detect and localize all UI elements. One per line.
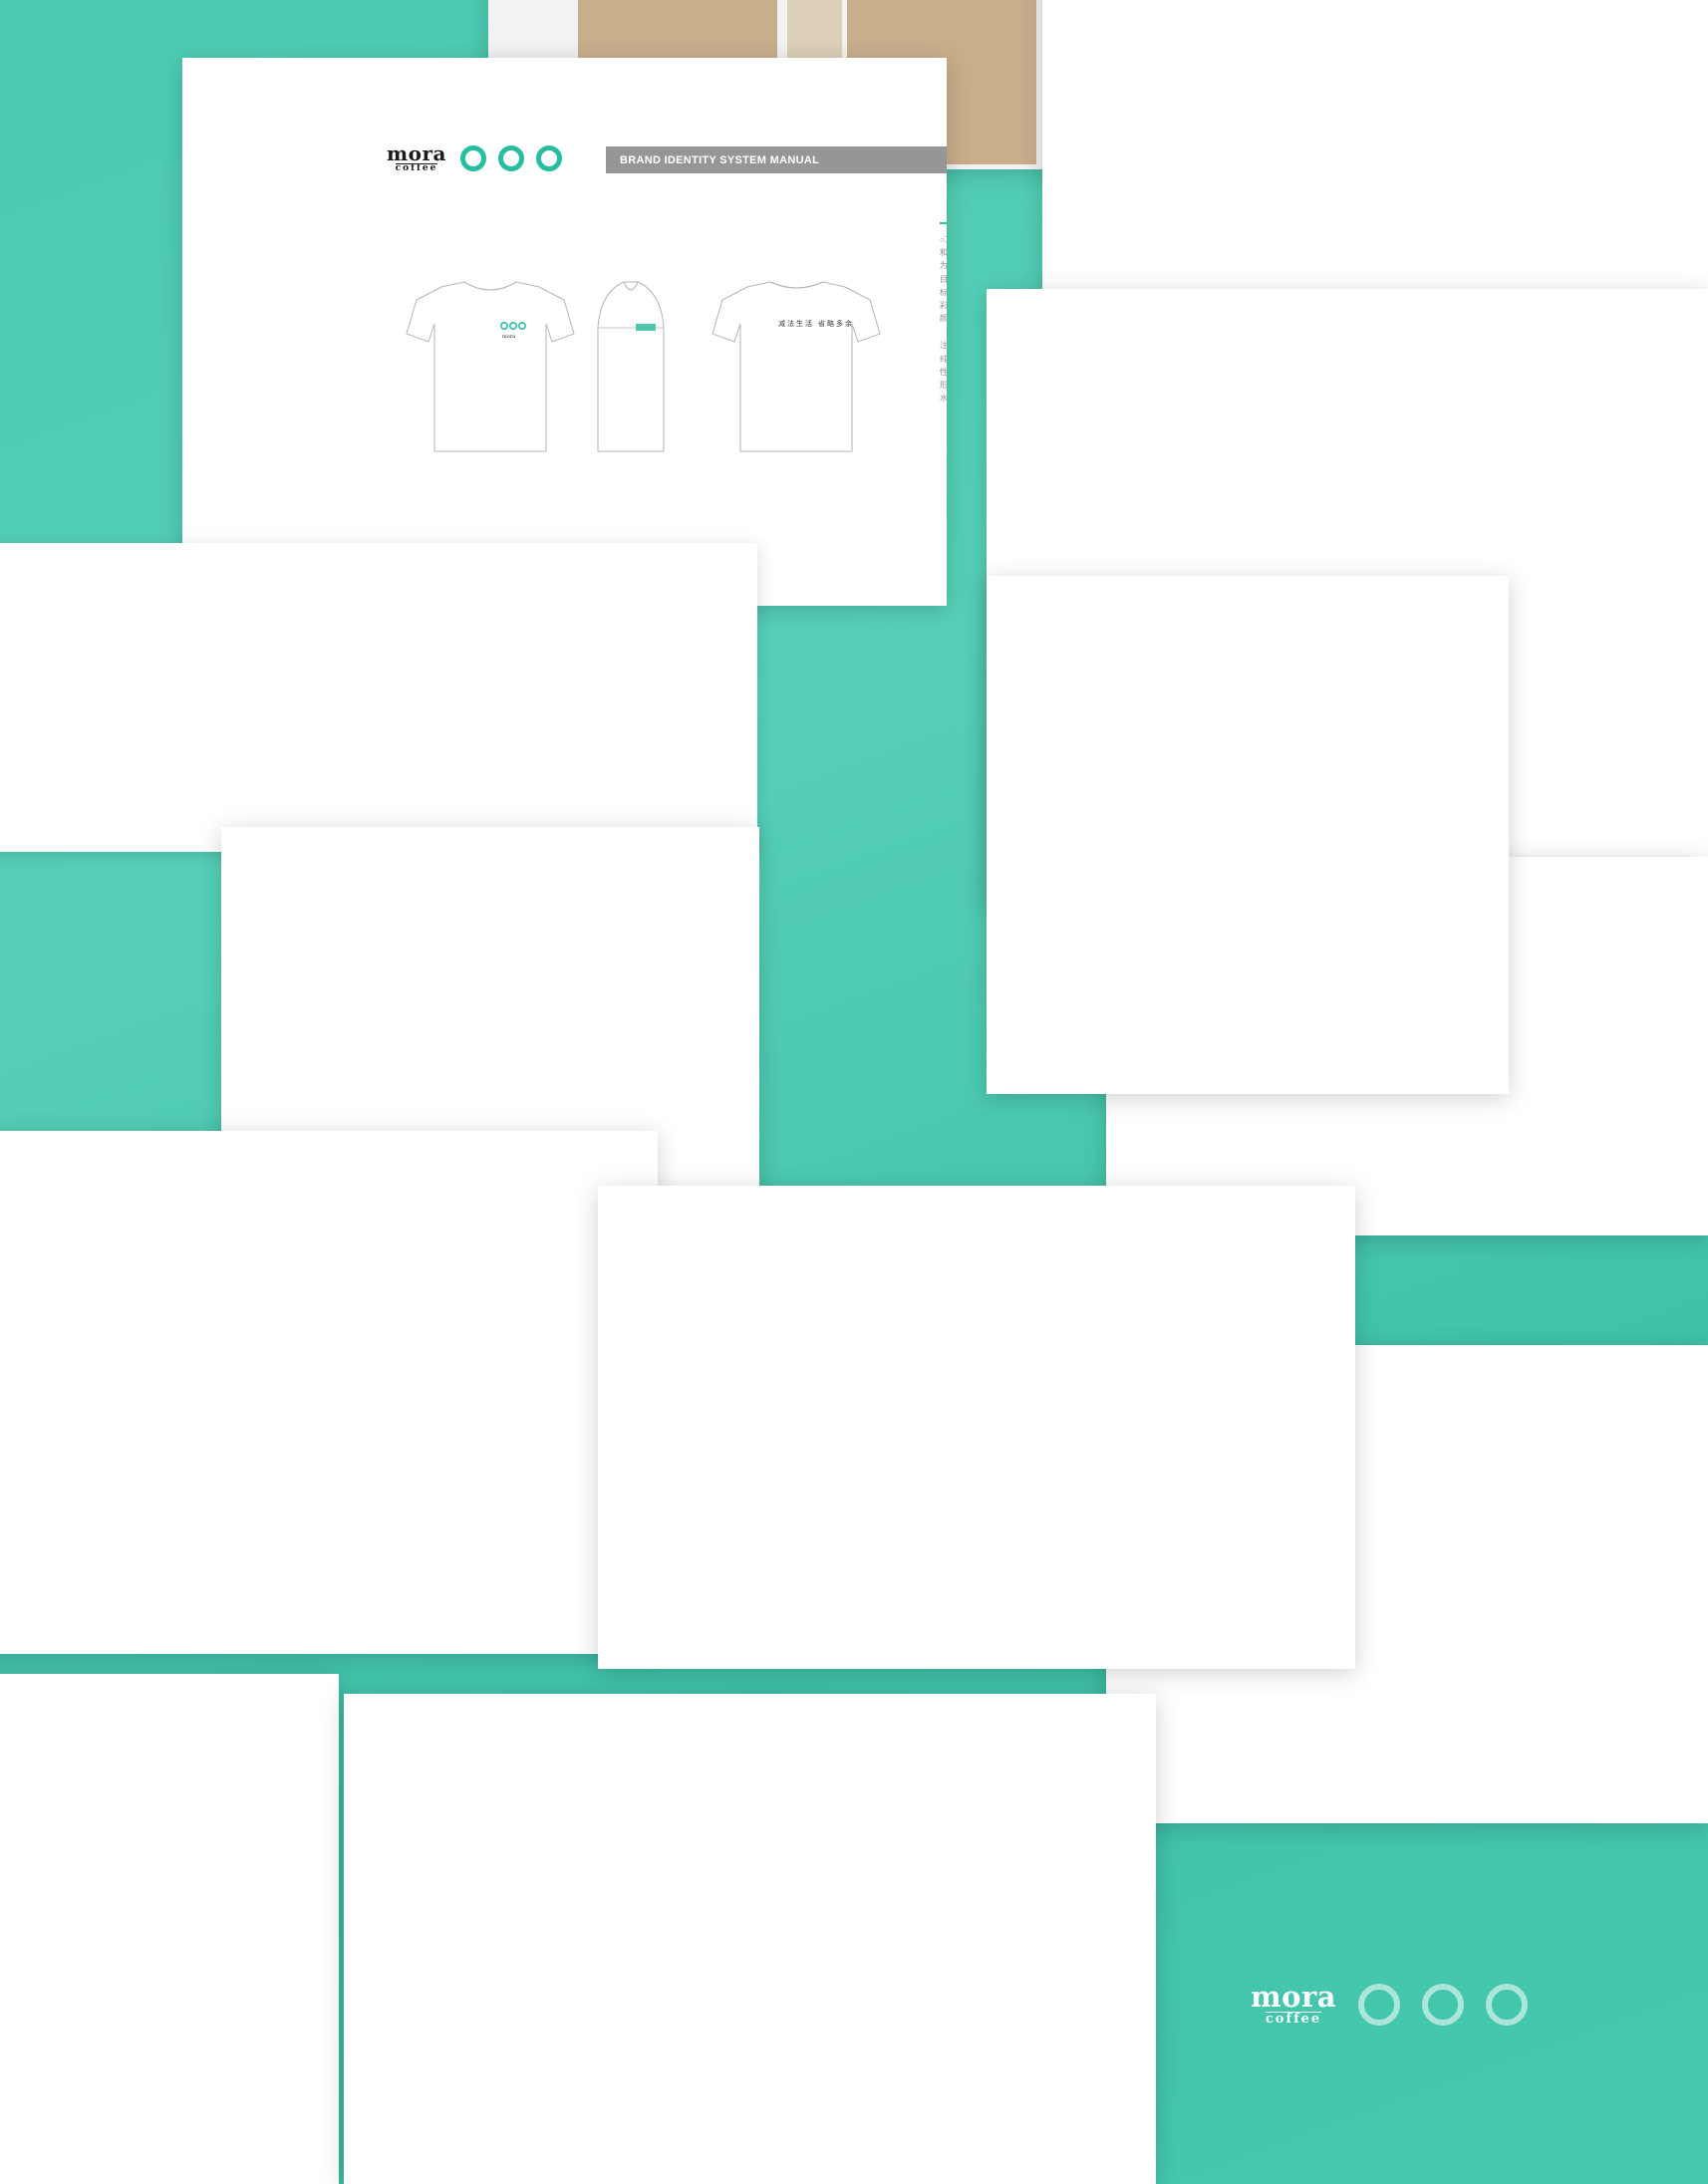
card-tshirt: BRAND IDENTITY SYSTEM MANUAL B3 品牌广告宣传规范… xyxy=(182,58,947,606)
card-wrap-paper: mora coffee 包装纸规范 ○色彩: 按规定标准色、辅助色应用 注意事项… xyxy=(344,1694,1156,2184)
footer-wordmark-name: mora xyxy=(1251,1980,1337,2014)
tshirt-section: 广告T恤衫 ○工作服具有统一企业视觉形象,增强员工凝聚力和展示企业气质形象的作用… xyxy=(940,197,947,405)
footer-wordmark-sub: coffee xyxy=(1265,2012,1322,2027)
tshirt-header: BRAND IDENTITY SYSTEM MANUAL B3 品牌广告宣传规范 xyxy=(606,146,947,173)
wordmark: mora coffee xyxy=(1251,1980,1337,2027)
section-body: ○工作服具有统一企业视觉形象,增强员工凝聚力和展示企业气质形象的作用,标识的放置… xyxy=(940,235,947,324)
ring-icon xyxy=(1486,1983,1529,2026)
tshirt-drawings: mora 减法生活 省略多余 xyxy=(406,281,881,452)
card-umbrella-a: BRAND IDENTITY SYSTEM MANUAL B2 公共关系赠品关系… xyxy=(0,1131,658,1654)
ring-icon xyxy=(1358,1983,1401,2026)
ring-icon xyxy=(1422,1983,1465,2026)
section-title: 广告T恤衫 xyxy=(940,197,947,222)
svg-text:mora: mora xyxy=(502,334,515,340)
tshirt-logo: mora coffee xyxy=(387,143,562,173)
note-title: 注意事项 xyxy=(940,341,947,351)
ring-icon xyxy=(498,145,524,171)
manual-title: BRAND IDENTITY SYSTEM MANUAL xyxy=(620,153,820,166)
ring-group xyxy=(1358,1983,1529,2026)
ring-group xyxy=(460,145,562,171)
wordmark: mora coffee xyxy=(387,143,446,173)
svg-text:减法生活 省略多余: 减法生活 省略多余 xyxy=(778,319,854,328)
card-namecard: mora coffee 名片设计及规范 ○办公事务用品是向社会各界传达企业视觉形… xyxy=(0,543,757,852)
wordmark-sub: coffee xyxy=(395,163,438,173)
wordmark-name: mora xyxy=(387,141,446,165)
footer-logo: mora coffee xyxy=(1251,1980,1529,2027)
ring-icon xyxy=(536,145,562,171)
card-umbrella-b: BRAND IDENTITY SYSTEM MANUAL B2 公共关系赠品关系… xyxy=(598,1186,1355,1669)
card-bottom-left-grid: BRAND IDENTITY SYSTEM mora coffee 015 24… xyxy=(0,1674,339,2184)
ring-icon xyxy=(460,145,486,171)
card-pop: BRAND IDENTITY SYSTEM MANUAL B2 公共关系赠品关系… xyxy=(987,576,1509,1094)
note-body: 纯棉最常用的面料.舒适.亲肤性好.透气性好.吸湿性好并且环保 , 漂染色彩感好.… xyxy=(940,354,947,404)
